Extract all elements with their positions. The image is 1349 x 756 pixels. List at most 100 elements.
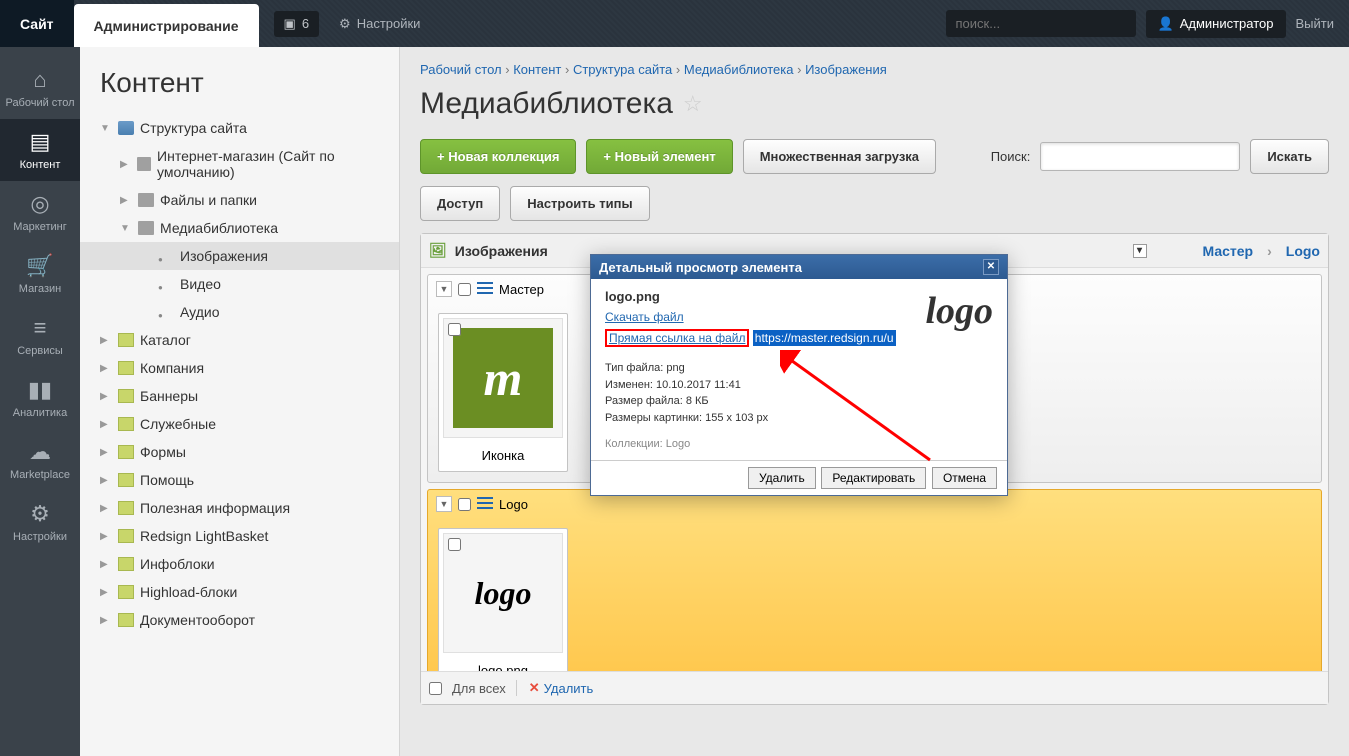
thumb-checkbox[interactable] bbox=[448, 538, 461, 551]
collapse-icon[interactable]: ▼ bbox=[436, 496, 452, 512]
url-text[interactable]: https://master.redsign.ru/u bbox=[753, 330, 896, 346]
collection-checkbox[interactable] bbox=[458, 283, 471, 296]
rail-item-Аналитика[interactable]: ▮▮Аналитика bbox=[0, 367, 80, 429]
delete-selected[interactable]: ✕ Удалить bbox=[516, 680, 594, 696]
crumb-logo[interactable]: Logo bbox=[1286, 243, 1320, 259]
rail-item-Маркетинг[interactable]: ◎Маркетинг bbox=[0, 181, 80, 243]
tree-node[interactable]: ▼Структура сайта bbox=[80, 114, 399, 142]
expand-icon[interactable]: ▶ bbox=[100, 475, 112, 486]
expand-icon[interactable]: ▶ bbox=[100, 419, 112, 430]
nav-rail: ⌂Рабочий стол▤Контент◎Маркетинг🛒Магазин≡… bbox=[0, 47, 80, 756]
folder-icon bbox=[118, 121, 134, 135]
collections-info: Коллекции: Logo bbox=[605, 438, 993, 450]
expand-icon[interactable]: ▶ bbox=[100, 615, 112, 626]
expand-icon[interactable]: ▼ bbox=[120, 223, 132, 234]
tab-admin[interactable]: Администрирование bbox=[74, 4, 259, 47]
expand-icon[interactable]: ▶ bbox=[100, 503, 112, 514]
search-label: Поиск: bbox=[991, 149, 1031, 164]
tree-node[interactable]: ▶Помощь bbox=[80, 466, 399, 494]
tree-node[interactable]: ▶Highload-блоки bbox=[80, 578, 399, 606]
folder-icon bbox=[118, 389, 134, 403]
rail-item-Магазин[interactable]: 🛒Магазин bbox=[0, 243, 80, 305]
tree-node[interactable]: Аудио bbox=[80, 298, 399, 326]
search-input[interactable] bbox=[946, 10, 1136, 37]
rail-item-Настройки[interactable]: ⚙Настройки bbox=[0, 491, 80, 553]
tree-node[interactable]: ▼Медиабиблиотека bbox=[80, 214, 399, 242]
rail-icon: ≡ bbox=[0, 315, 80, 341]
new-collection-button[interactable]: Новая коллекция bbox=[420, 139, 576, 174]
collection-checkbox[interactable] bbox=[458, 498, 471, 511]
media-thumb[interactable]: logologo.png bbox=[438, 528, 568, 687]
expand-icon[interactable]: ▶ bbox=[100, 335, 112, 346]
crumb-link[interactable]: Изображения bbox=[805, 62, 887, 77]
tree-node[interactable]: ▶Redsign LightBasket bbox=[80, 522, 399, 550]
tree-node[interactable]: Изображения bbox=[80, 242, 399, 270]
bottom-bar: Для всех ✕ Удалить bbox=[421, 671, 1328, 704]
expand-icon[interactable]: ▶ bbox=[100, 587, 112, 598]
tree-node[interactable]: ▶Формы bbox=[80, 438, 399, 466]
tree-title: Контент bbox=[80, 62, 399, 114]
expand-icon[interactable]: ▶ bbox=[120, 159, 131, 170]
expand-icon[interactable]: ▶ bbox=[120, 195, 132, 206]
new-element-button[interactable]: Новый элемент bbox=[586, 139, 732, 174]
tree-node[interactable]: ▶Полезная информация bbox=[80, 494, 399, 522]
search-button[interactable]: Искать bbox=[1250, 139, 1329, 174]
crumb-link[interactable]: Структура сайта bbox=[573, 62, 672, 77]
tree-node[interactable]: ▶Служебные bbox=[80, 410, 399, 438]
settings-link[interactable]: ⚙ Настройки bbox=[339, 16, 420, 32]
top-bar: Сайт Администрирование ▣ 6 ⚙ Настройки 👤… bbox=[0, 0, 1349, 47]
close-icon[interactable]: ✕ bbox=[983, 259, 999, 275]
collapse-icon[interactable]: ▼ bbox=[436, 281, 452, 297]
tree-node[interactable]: ▶Документооборот bbox=[80, 606, 399, 634]
chevron-down-icon[interactable]: ▾ bbox=[1133, 244, 1147, 258]
direct-link[interactable]: Прямая ссылка на файл bbox=[605, 329, 749, 347]
tree-node[interactable]: ▶Баннеры bbox=[80, 382, 399, 410]
bulk-upload-button[interactable]: Множественная загрузка bbox=[743, 139, 936, 174]
notifications[interactable]: ▣ 6 bbox=[274, 11, 320, 37]
folder-icon bbox=[118, 417, 134, 431]
favorite-star-icon[interactable]: ☆ bbox=[683, 91, 703, 117]
folder-icon bbox=[118, 333, 134, 347]
tree-node[interactable]: ▶Каталог bbox=[80, 326, 399, 354]
expand-icon[interactable]: ▶ bbox=[100, 531, 112, 542]
crumb-link[interactable]: Рабочий стол bbox=[420, 62, 502, 77]
collection-dropdown[interactable]: Изображения bbox=[455, 243, 548, 259]
modal-title: Детальный просмотр элемента bbox=[599, 260, 802, 275]
logout-link[interactable]: Выйти bbox=[1296, 16, 1335, 31]
crumb-master[interactable]: Мастер bbox=[1203, 243, 1254, 259]
tab-site[interactable]: Сайт bbox=[0, 0, 74, 47]
collection: ▼Logologologo.png bbox=[427, 489, 1322, 698]
expand-icon[interactable]: ▶ bbox=[100, 391, 112, 402]
modal-header[interactable]: Детальный просмотр элемента ✕ bbox=[591, 255, 1007, 279]
delete-button[interactable]: Удалить bbox=[748, 467, 816, 489]
types-button[interactable]: Настроить типы bbox=[510, 186, 649, 221]
folder-icon bbox=[118, 445, 134, 459]
crumb-link[interactable]: Медиабиблиотека bbox=[684, 62, 794, 77]
rail-icon: ⌂ bbox=[0, 67, 80, 93]
folder-icon bbox=[118, 501, 134, 515]
user-menu[interactable]: 👤 Администратор bbox=[1146, 10, 1286, 38]
crumb-link[interactable]: Контент bbox=[513, 62, 561, 77]
tree-node[interactable]: Видео bbox=[80, 270, 399, 298]
panel-search-input[interactable] bbox=[1040, 142, 1240, 171]
expand-icon[interactable]: ▶ bbox=[100, 447, 112, 458]
rail-item-Marketplace[interactable]: ☁Marketplace bbox=[0, 429, 80, 491]
edit-button[interactable]: Редактировать bbox=[821, 467, 926, 489]
cancel-button[interactable]: Отмена bbox=[932, 467, 997, 489]
expand-icon[interactable]: ▶ bbox=[100, 363, 112, 374]
expand-icon[interactable]: ▼ bbox=[100, 123, 112, 134]
tree-node[interactable]: ▶Компания bbox=[80, 354, 399, 382]
select-all-checkbox[interactable] bbox=[429, 682, 442, 695]
rail-item-Контент[interactable]: ▤Контент bbox=[0, 119, 80, 181]
access-button[interactable]: Доступ bbox=[420, 186, 500, 221]
folder-icon bbox=[118, 473, 134, 487]
expand-icon[interactable]: ▶ bbox=[100, 559, 112, 570]
thumb-checkbox[interactable] bbox=[448, 323, 461, 336]
rail-item-Сервисы[interactable]: ≡Сервисы bbox=[0, 305, 80, 367]
tree-node[interactable]: ▶Инфоблоки bbox=[80, 550, 399, 578]
tree-node[interactable]: ▶Интернет-магазин (Сайт по умолчанию) bbox=[80, 142, 399, 186]
tree-node[interactable]: ▶Файлы и папки bbox=[80, 186, 399, 214]
folder-icon bbox=[158, 277, 174, 291]
media-thumb[interactable]: mИконка bbox=[438, 313, 568, 472]
rail-item-Рабочий стол[interactable]: ⌂Рабочий стол bbox=[0, 57, 80, 119]
